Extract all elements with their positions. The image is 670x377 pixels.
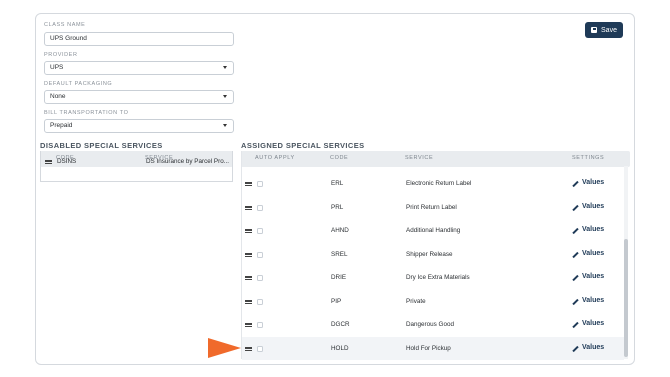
table-row[interactable]: PRL Print Return Label Values [242,196,624,220]
drag-handle-icon[interactable] [245,205,252,210]
service-name: Dry Ice Extra Materials [406,274,470,281]
drag-handle-icon[interactable] [245,299,252,304]
service-name: Hold For Pickup [406,344,451,352]
values-button[interactable]: Values [572,295,612,309]
service-name: Dangerous Good [406,321,454,328]
auto-apply-checkbox[interactable] [257,275,263,281]
values-link-label: Values [582,226,605,233]
provider-value: UPS [50,64,64,71]
service-code: PRL [331,203,344,211]
provider-select[interactable]: UPS [44,61,234,75]
pencil-icon [572,227,579,235]
assigned-services-list: ERL Electronic Return Label Values PRL P… [241,151,630,360]
values-button[interactable]: Values [572,271,612,285]
pencil-icon [572,274,579,282]
default-packaging-label: DEFAULT PACKAGING [44,81,113,87]
chevron-down-icon [223,95,227,98]
values-link-label: Values [582,202,605,210]
values-button[interactable]: Values [572,201,612,215]
disabled-services-list: DSINS DS Insurance by Parcel Pro... [40,151,233,182]
service-code: DGCR [331,321,350,328]
service-name: Private [406,297,426,305]
drag-handle-icon[interactable] [245,182,252,186]
values-link-label: Values [582,320,605,327]
values-link-label: Values [582,179,605,186]
service-code: DRIE [331,274,347,281]
carrier-class-card: CLASS NAME UPS Ground PROVIDER UPS DEFAU… [35,13,635,365]
values-button[interactable]: Values [572,318,612,332]
assigned-scrollbar-thumb[interactable] [624,239,628,357]
table-row[interactable]: DGCR Dangerous Good Values [242,313,624,337]
default-packaging-value: None [50,93,66,100]
table-row[interactable]: PIP Private Values [242,290,624,314]
class-name-input[interactable]: UPS Ground [44,32,234,46]
bill-transportation-value: Prepaid [50,122,73,129]
default-packaging-select[interactable]: None [44,90,234,104]
service-name: Shipper Release [406,250,453,258]
values-link-label: Values [582,296,605,304]
values-button[interactable]: Values [572,177,612,191]
service-name: Print Return Label [406,203,457,211]
annotation-arrow-icon [208,338,241,358]
save-icon [591,27,598,33]
chevron-down-icon [223,124,227,127]
save-button[interactable]: Save [585,22,623,38]
table-row[interactable]: DRIE Dry Ice Extra Materials Values [242,266,624,290]
auto-apply-checkbox[interactable] [257,298,263,305]
service-code: DSINS [57,158,77,165]
drag-handle-icon[interactable] [245,252,252,257]
values-button[interactable]: Values [572,248,612,262]
drag-handle-icon[interactable] [245,346,252,351]
pencil-icon [572,298,579,305]
class-name-label: CLASS NAME [44,22,86,28]
values-link-label: Values [582,343,605,351]
auto-apply-checkbox[interactable] [257,345,263,352]
service-code: SREL [331,250,348,258]
service-code: PIP [331,297,342,305]
bill-transportation-label: BILL TRANSPORTATION TO [44,110,129,116]
drag-handle-icon[interactable] [245,276,252,280]
table-row[interactable]: ERL Electronic Return Label Values [242,172,624,196]
service-code: ERL [331,180,344,187]
pencil-icon [572,204,579,211]
auto-apply-checkbox[interactable] [257,204,263,211]
save-button-label: Save [601,26,617,34]
values-button[interactable]: Values [572,342,612,356]
table-row[interactable]: DSINS DS Insurance by Parcel Pro... [41,151,232,173]
pencil-icon [572,251,579,258]
values-link-label: Values [582,273,605,280]
values-link-label: Values [582,249,605,257]
assigned-services-title: ASSIGNED SPECIAL SERVICES [241,141,365,150]
service-name: DS Insurance by Parcel Pro... [146,158,229,165]
values-button[interactable]: Values [572,224,612,238]
table-row[interactable]: SREL Shipper Release Values [242,243,624,267]
disabled-services-title: DISABLED SPECIAL SERVICES [40,141,163,150]
service-name: Electronic Return Label [406,180,472,187]
pencil-icon [572,180,579,188]
table-row[interactable]: AHND Additional Handling Values [242,219,624,243]
drag-handle-icon[interactable] [245,229,252,233]
service-code: AHND [331,227,349,234]
service-name: Additional Handling [406,227,461,234]
pencil-icon [572,345,579,352]
table-row[interactable]: HOLD Hold For Pickup Values [242,336,624,360]
provider-label: PROVIDER [44,52,78,58]
bill-transportation-select[interactable]: Prepaid [44,119,234,133]
auto-apply-checkbox[interactable] [257,251,263,258]
chevron-down-icon [223,66,227,69]
auto-apply-checkbox[interactable] [257,228,263,234]
auto-apply-checkbox[interactable] [257,322,263,328]
auto-apply-checkbox[interactable] [257,181,263,187]
drag-handle-icon[interactable] [45,160,52,164]
service-code: HOLD [331,344,349,352]
pencil-icon [572,321,579,329]
drag-handle-icon[interactable] [245,323,252,327]
